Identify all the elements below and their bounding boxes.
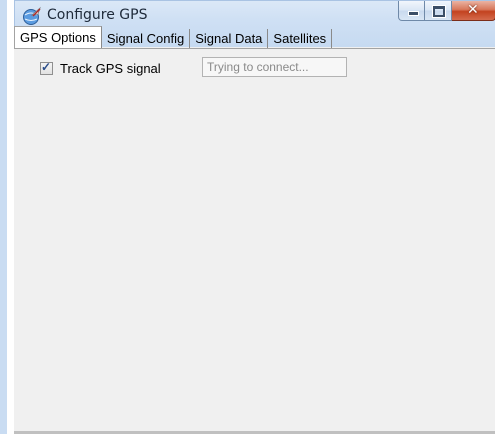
tab-gps-options[interactable]: GPS Options: [14, 26, 102, 48]
minimize-icon: [408, 11, 419, 16]
close-button[interactable]: ✕: [452, 1, 495, 21]
tab-signal-config[interactable]: Signal Config: [102, 29, 191, 48]
gps-globe-icon: [22, 6, 42, 26]
close-icon: ✕: [467, 2, 479, 18]
track-gps-row: ✓ Track GPS signal: [40, 60, 161, 76]
configure-gps-window: Configure GPS ✕ GPS Options Signal Confi…: [0, 0, 495, 434]
window-title: Configure GPS: [47, 7, 148, 23]
maximize-icon: [433, 6, 445, 17]
window-client: Configure GPS ✕ GPS Options Signal Confi…: [14, 0, 495, 434]
track-gps-label[interactable]: Track GPS signal: [60, 61, 161, 76]
tab-strip: GPS Options Signal Config Signal Data Sa…: [14, 26, 333, 48]
gps-options-panel: [14, 48, 495, 434]
track-gps-checkbox[interactable]: ✓: [40, 60, 53, 75]
checkmark-icon: ✓: [41, 60, 52, 74]
maximize-button[interactable]: [425, 1, 452, 21]
tab-satellites[interactable]: Satellites: [268, 29, 333, 48]
window-controls: ✕: [398, 1, 495, 22]
tab-signal-data[interactable]: Signal Data: [190, 29, 269, 48]
gps-status-field: Trying to connect...: [202, 57, 347, 77]
minimize-button[interactable]: [398, 1, 425, 21]
